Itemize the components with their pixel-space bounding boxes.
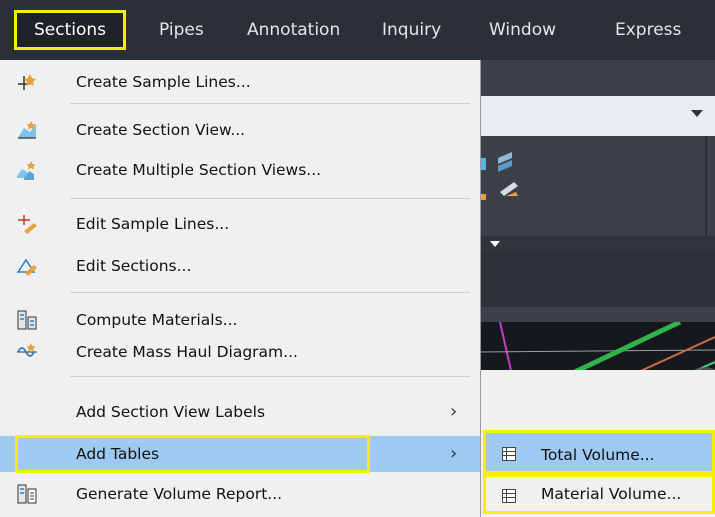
menu-item-label: Create Multiple Section Views... [76,161,322,179]
tab-strip [480,252,715,307]
ribbon-dropdown[interactable] [480,96,715,136]
menu-item-label: Compute Materials... [76,311,238,329]
menu-item-compute-materials[interactable]: Compute Materials... [0,304,480,336]
menu-divider [70,292,470,293]
chevron-right-icon: › [450,401,458,422]
edit-sections-icon [16,258,37,276]
menu-item-generate-volume-report[interactable]: Generate Volume Report... [0,478,480,510]
submenu-item-label: Total Volume... [541,446,655,464]
table-icon [502,489,516,503]
volume-report-icon [17,484,37,504]
menu-inquiry[interactable]: Inquiry [382,13,441,47]
ribbon-tool-icons[interactable] [480,136,560,236]
callout-highlight-box [15,435,370,473]
chevron-down-icon [691,110,703,117]
menu-item-label: Create Section View... [76,121,246,139]
menu-express[interactable]: Express [615,13,681,47]
menu-item-label: Create Mass Haul Diagram... [76,343,298,361]
menu-divider [70,376,470,377]
menu-window[interactable]: Window [489,13,556,47]
menu-item-create-sample-lines[interactable]: Create Sample Lines... [0,66,480,98]
mass-haul-icon [17,343,37,357]
menu-bar: Sections Pipes Annotation Inquiry Window… [0,0,715,60]
menu-divider [70,198,470,199]
section-view-icon [18,121,36,139]
sample-lines-icon [18,74,36,90]
menu-item-label: Add Section View Labels [76,403,266,421]
table-icon [502,447,516,461]
chevron-right-icon: › [450,443,458,464]
ribbon-separator [705,136,707,246]
submenu-item-total-volume[interactable]: Total Volume... [483,430,715,474]
submenu-item-label: Material Volume... [541,485,682,503]
menu-sections[interactable]: Sections [14,10,127,50]
menu-item-create-mass-haul-diagram[interactable]: Create Mass Haul Diagram... [0,336,480,368]
multiple-section-views-icon [17,161,36,180]
menu-item-edit-sections[interactable]: Edit Sections... [0,250,480,282]
menu-item-add-section-view-labels[interactable]: Add Section View Labels › [0,396,480,428]
menu-annotation[interactable]: Annotation [247,13,340,47]
add-tables-submenu: Total Volume... Material Volume... [481,370,715,517]
menu-divider [70,103,470,104]
menu-item-label: Edit Sections... [76,257,192,275]
submenu-item-material-volume[interactable]: Material Volume... [483,474,715,514]
menu-item-label: Generate Volume Report... [76,485,283,503]
menu-item-label: Edit Sample Lines... [76,215,230,233]
ribbon-panel-expander[interactable] [480,236,715,252]
sections-menu: Create Sample Lines... Create Section Vi… [0,60,481,517]
compute-materials-icon [17,310,37,330]
menu-item-create-section-view[interactable]: Create Section View... [0,114,480,146]
edit-sample-lines-icon [18,215,37,234]
menu-item-label: Create Sample Lines... [76,73,251,91]
menu-item-edit-sample-lines[interactable]: Edit Sample Lines... [0,208,480,240]
menu-pipes[interactable]: Pipes [159,13,204,47]
menu-item-create-multiple-section-views[interactable]: Create Multiple Section Views... [0,154,480,186]
chevron-down-icon [490,241,500,247]
